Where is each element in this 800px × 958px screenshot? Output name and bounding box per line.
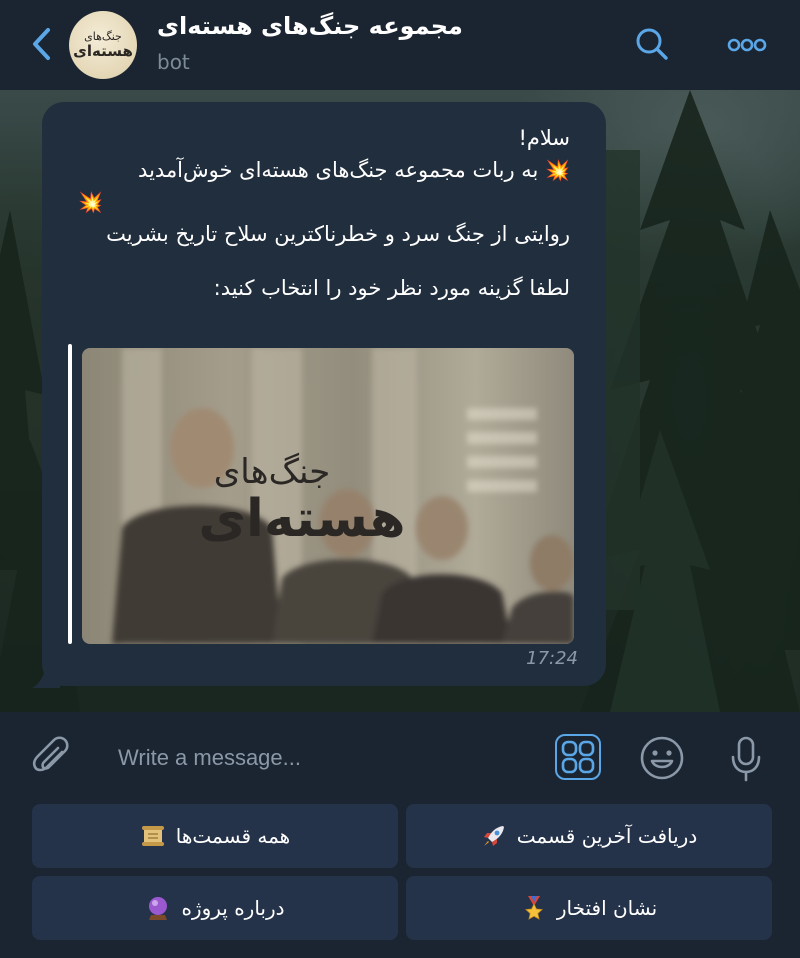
keyboard-button-latest-episode[interactable]: دریافت آخرین قسمت	[406, 804, 772, 868]
keyboard-button-medal[interactable]: نشان افتخار	[406, 876, 772, 940]
message-text: سلام! 💥 به ربات مجموعه جنگ‌های هسته‌ای خ…	[50, 122, 570, 304]
composer: دریافت آخرین قسمت همه قسمت‌ها نشان افتخا…	[0, 712, 800, 958]
rocket-icon	[483, 826, 504, 846]
search-button[interactable]	[632, 24, 672, 64]
message-bubble[interactable]: سلام! 💥 به ربات مجموعه جنگ‌های هسته‌ای خ…	[42, 102, 606, 686]
message-description: روایتی از جنگ سرد و خطرناکترین سلاح تاری…	[106, 222, 570, 246]
keyboard-button-about[interactable]: درباره پروژه	[32, 876, 398, 940]
avatar-text-line2: هسته‌ای	[73, 42, 133, 60]
message-welcome-line: 💥 به ربات مجموعه جنگ‌های هسته‌ای خوش‌آمد…	[50, 154, 570, 186]
back-button[interactable]	[24, 26, 60, 62]
search-icon	[636, 28, 668, 60]
bot-keyboard-icon	[561, 740, 595, 774]
photo-caption: جنگ‌های هسته‌ای	[182, 452, 422, 546]
message-welcome: به ربات مجموعه جنگ‌های هسته‌ای خوش‌آمدید	[138, 158, 539, 182]
message-greeting: سلام!	[518, 126, 570, 150]
more-button[interactable]	[724, 30, 770, 60]
crystal-ball-icon	[149, 897, 168, 920]
message-welcome-emoji-line: 💥	[50, 186, 570, 218]
emoji-button[interactable]	[638, 734, 686, 782]
kb-button-label: نشان افتخار	[556, 896, 658, 920]
message-input[interactable]	[118, 742, 518, 774]
kb-button-label: همه قسمت‌ها	[175, 824, 291, 848]
chevron-left-icon	[33, 28, 50, 60]
scroll-icon	[141, 826, 164, 846]
chat-header: جنگ‌های هسته‌ای مجموعه جنگ‌های هسته‌ای b…	[0, 0, 800, 90]
photo-caption-line2: هسته‌ای	[198, 489, 406, 549]
kb-button-label: دریافت آخرین قسمت	[516, 824, 698, 848]
bot-keyboard-button[interactable]	[555, 734, 601, 780]
quote-bar	[68, 344, 72, 644]
microphone-button[interactable]	[726, 734, 766, 784]
kb-button-label: درباره پروژه	[181, 896, 285, 920]
explosion-icon: 💥	[78, 190, 103, 214]
attach-button[interactable]	[30, 734, 74, 782]
smiley-icon	[640, 736, 684, 780]
message-time: 17:24	[526, 648, 578, 669]
explosion-icon: 💥	[545, 158, 570, 182]
microphone-icon	[731, 736, 761, 782]
chat-area[interactable]: سلام! 💥 به ربات مجموعه جنگ‌های هسته‌ای خ…	[0, 90, 800, 712]
photo-caption-line1: جنگ‌های	[213, 452, 331, 492]
chat-subtitle: bot	[157, 50, 190, 74]
chat-title[interactable]: مجموعه جنگ‌های هسته‌ای	[157, 12, 463, 40]
more-dots-icon	[727, 38, 767, 52]
paperclip-icon	[32, 736, 69, 772]
medal-icon	[524, 896, 543, 920]
keyboard-button-all-episodes[interactable]: همه قسمت‌ها	[32, 804, 398, 868]
avatar[interactable]: جنگ‌های هسته‌ای	[69, 11, 137, 79]
message-photo[interactable]: جنگ‌های هسته‌ای	[82, 348, 574, 644]
message-prompt: لطفا گزینه مورد نظر خود را انتخاب کنید:	[213, 276, 570, 300]
